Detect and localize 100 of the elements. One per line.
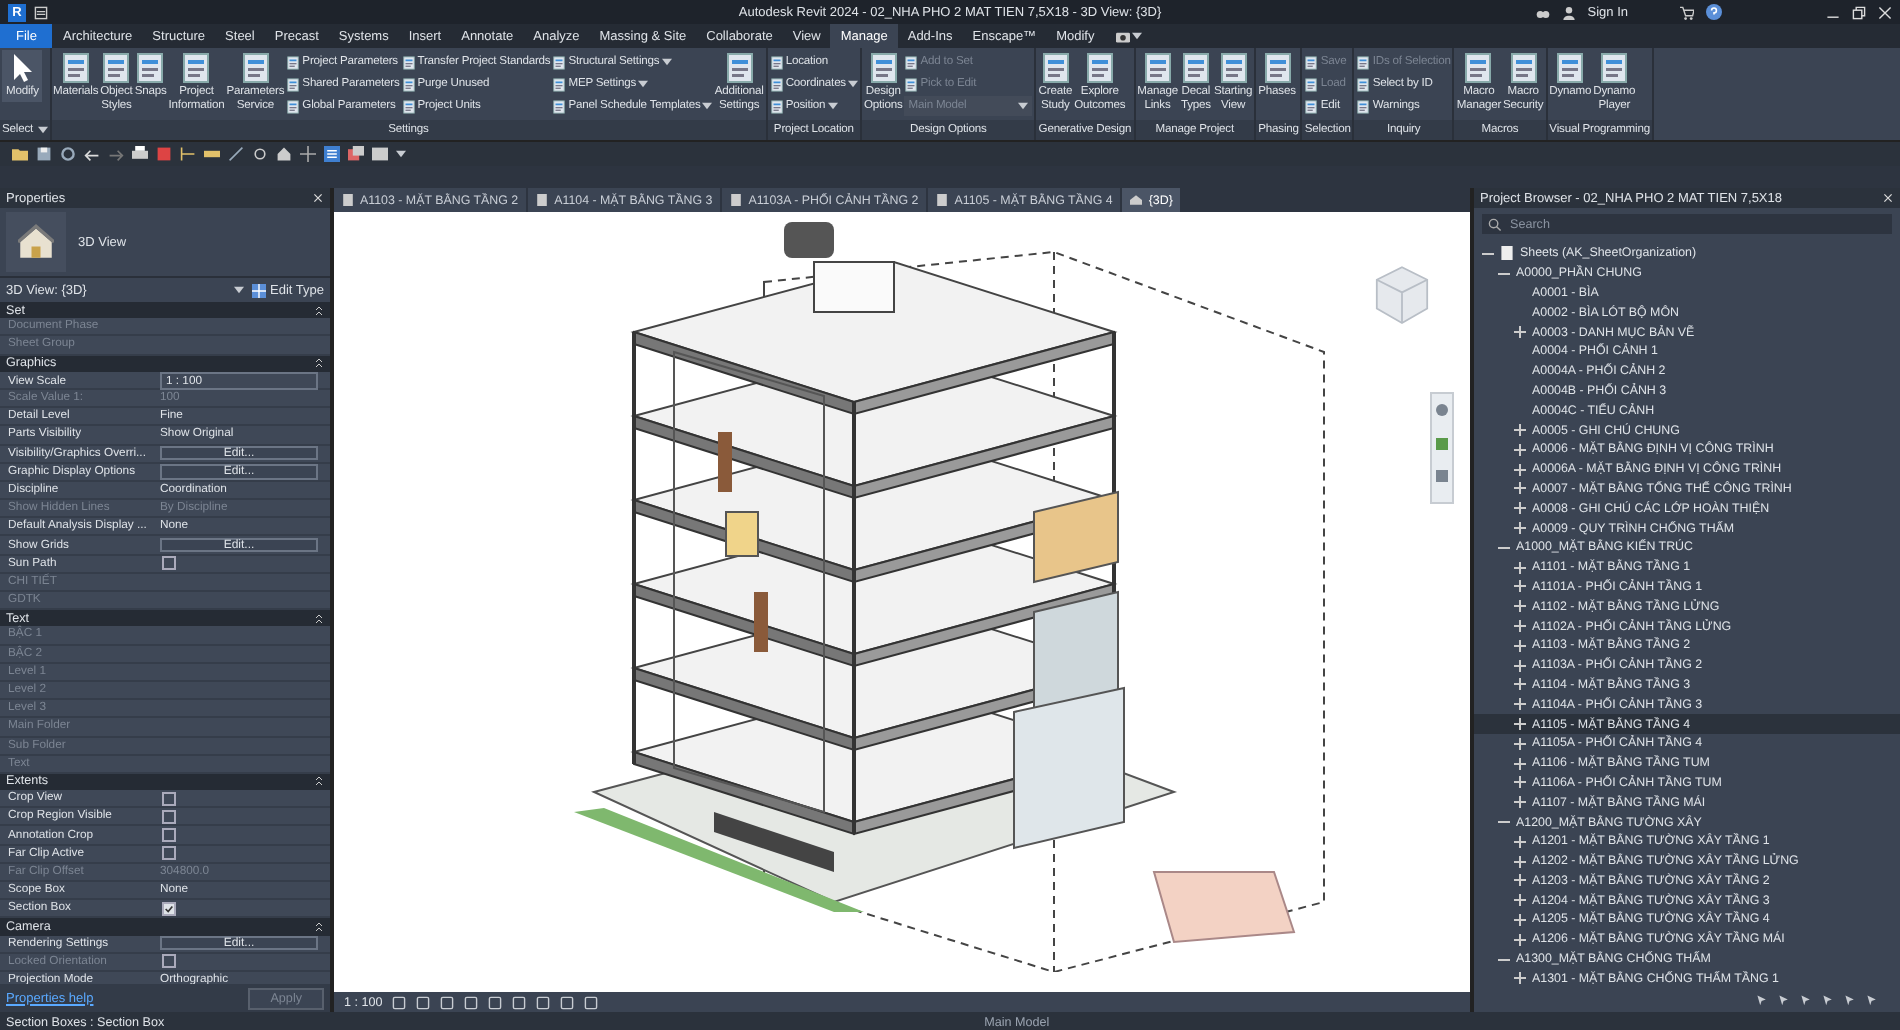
expand-icon[interactable] <box>1514 424 1526 437</box>
sheet-icon <box>1356 77 1371 91</box>
expand-icon[interactable] <box>1514 698 1526 711</box>
expand-icon[interactable] <box>1514 913 1526 926</box>
collapse-icon[interactable] <box>1498 541 1510 554</box>
checkbox[interactable] <box>162 791 176 806</box>
close-icon[interactable] <box>1878 5 1892 19</box>
printer-icon[interactable] <box>132 146 148 162</box>
sheet-icon <box>401 77 416 91</box>
collapse-icon[interactable] <box>314 776 324 787</box>
menu-icon[interactable] <box>34 5 48 19</box>
checkbox[interactable] <box>162 901 176 916</box>
sheet-icon <box>1598 52 1631 84</box>
sheet-icon <box>1500 246 1514 261</box>
expand-icon[interactable] <box>1514 620 1526 633</box>
checkbox[interactable] <box>162 828 176 843</box>
expand-icon[interactable] <box>1514 482 1526 495</box>
sheet-icon <box>904 77 919 91</box>
caret-icon <box>848 80 858 88</box>
sheet-icon <box>936 194 949 206</box>
checkbox[interactable] <box>162 846 176 861</box>
collapse-icon[interactable] <box>314 921 324 932</box>
expand-icon[interactable] <box>1514 737 1526 750</box>
close-icon[interactable] <box>312 192 324 204</box>
expand-icon[interactable] <box>1514 757 1526 770</box>
sheet-icon <box>536 194 549 206</box>
expand-icon[interactable] <box>1514 580 1526 593</box>
expand-icon[interactable] <box>1514 463 1526 476</box>
caret-icon <box>396 150 406 158</box>
expand-icon[interactable] <box>1514 522 1526 535</box>
expand-icon[interactable] <box>1514 874 1526 887</box>
expand-icon[interactable] <box>1514 776 1526 789</box>
collapse-icon[interactable] <box>314 613 324 624</box>
sheet-icon <box>1179 52 1212 84</box>
sheet-icon <box>730 194 743 206</box>
sheet-icon <box>1462 52 1495 84</box>
grid-icon <box>252 283 267 297</box>
expand-icon[interactable] <box>1514 639 1526 652</box>
help-icon[interactable] <box>1706 4 1722 20</box>
sheet-icon <box>723 52 756 84</box>
expand-icon[interactable] <box>1514 796 1526 809</box>
house-icon <box>1130 194 1143 206</box>
sheet-icon <box>769 55 784 69</box>
sheet-icon <box>401 99 416 113</box>
close-icon[interactable] <box>1882 192 1894 204</box>
collapse-icon[interactable] <box>314 358 324 369</box>
sheet-icon <box>134 52 167 84</box>
expand-icon[interactable] <box>1514 835 1526 848</box>
caret-icon <box>1132 32 1143 40</box>
folder-icon[interactable] <box>12 146 28 162</box>
sheet-icon <box>552 55 567 69</box>
expand-icon[interactable] <box>1514 502 1526 515</box>
sheet-icon <box>1554 52 1587 84</box>
collapse-icon[interactable] <box>314 305 324 316</box>
sheet-icon <box>769 99 784 113</box>
restore-icon[interactable] <box>1852 5 1866 19</box>
expand-icon[interactable] <box>1514 326 1526 339</box>
sheet-icon <box>904 55 919 69</box>
sheet-icon <box>1507 52 1540 84</box>
sheet-icon <box>1141 52 1174 84</box>
search-icon <box>1488 217 1502 231</box>
expand-icon[interactable] <box>1514 443 1526 456</box>
expand-icon[interactable] <box>1514 933 1526 946</box>
binoculars-icon[interactable] <box>1535 5 1550 19</box>
expand-icon[interactable] <box>1514 561 1526 574</box>
house-icon <box>6 212 66 272</box>
collapse-icon[interactable] <box>1498 816 1510 828</box>
sheet-icon <box>286 55 301 69</box>
checkbox[interactable] <box>162 809 176 824</box>
save-icon[interactable] <box>36 146 52 162</box>
expand-icon[interactable] <box>1514 718 1526 731</box>
sheet-icon <box>1304 55 1319 69</box>
collapse-icon[interactable] <box>1498 953 1510 966</box>
sheet-icon <box>342 194 354 206</box>
expand-icon[interactable] <box>1514 659 1526 672</box>
home-icon[interactable] <box>276 146 292 162</box>
expand-icon[interactable] <box>1514 894 1526 907</box>
cart-icon[interactable] <box>1680 5 1694 19</box>
caret-icon <box>234 286 245 294</box>
checkbox[interactable] <box>162 556 176 571</box>
expand-icon[interactable] <box>1514 855 1526 868</box>
sheet-icon <box>1356 99 1371 113</box>
sheet-icon <box>286 99 301 113</box>
user-icon[interactable] <box>1561 5 1576 19</box>
sheet-icon <box>286 77 301 91</box>
expand-icon[interactable] <box>1514 972 1526 985</box>
sheet-icon <box>401 55 416 69</box>
sheet-icon <box>239 52 272 84</box>
navigation-bar[interactable] <box>1430 392 1454 504</box>
sheet-icon <box>1039 52 1072 84</box>
sheet-icon <box>59 52 92 84</box>
expand-icon[interactable] <box>1514 600 1526 613</box>
expand-icon[interactable] <box>1514 678 1526 691</box>
caret-icon <box>638 80 649 88</box>
undo-icon[interactable] <box>84 146 100 162</box>
camera-icon[interactable] <box>1114 29 1133 43</box>
redo-icon[interactable] <box>108 146 124 162</box>
caret-icon <box>37 126 48 135</box>
sheet-icon <box>1304 99 1319 113</box>
sheet-icon <box>1083 52 1116 84</box>
